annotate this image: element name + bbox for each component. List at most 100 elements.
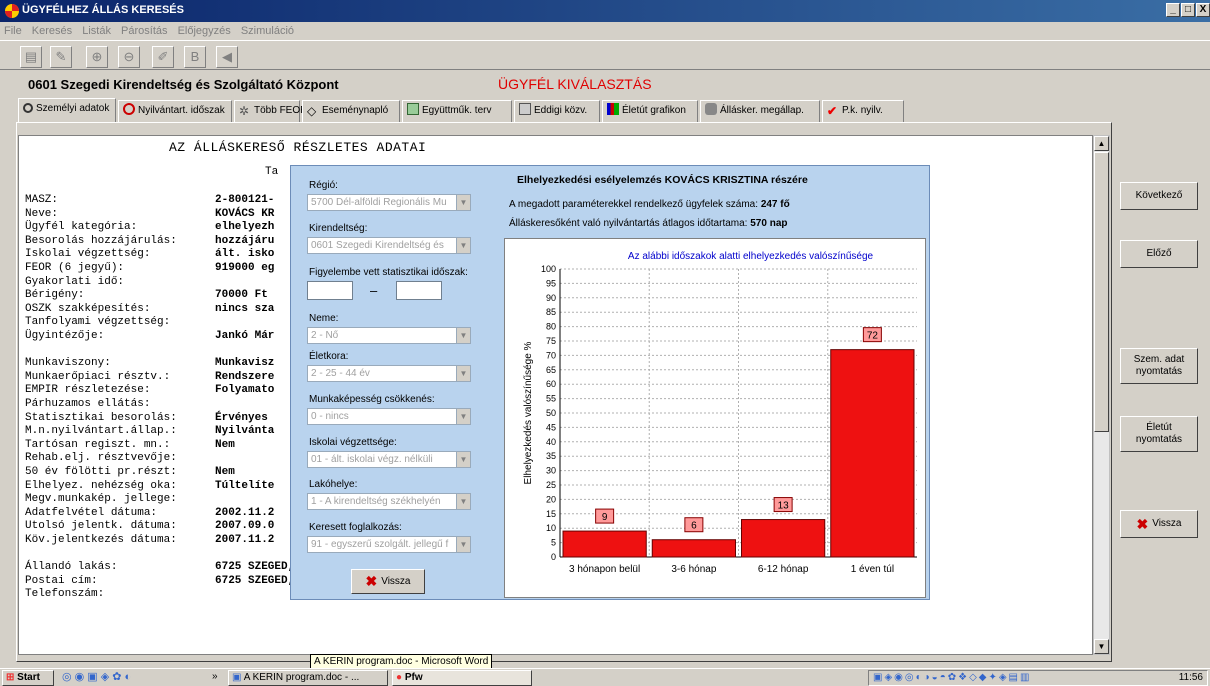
- row-label: Elhelyez. nehézség oka:: [25, 479, 177, 492]
- task-word-document[interactable]: ▣ A KERIN program.doc - ...: [228, 670, 388, 686]
- menu-file[interactable]: File: [4, 25, 22, 37]
- region-select[interactable]: 5700 Dél-alföldi Regionális Mu ▼: [307, 194, 471, 211]
- dialog-back-button[interactable]: ✖ Vissza: [351, 569, 425, 594]
- period-from-input[interactable]: [307, 281, 353, 300]
- document-row: Ügyfél kategória: elhelyezh: [25, 221, 274, 233]
- zoom-in-icon[interactable]: ⊕: [86, 46, 108, 68]
- period-to-input[interactable]: [396, 281, 442, 300]
- close-x-icon: ✖: [1136, 516, 1149, 532]
- office-select[interactable]: 0601 Szegedi Kirendeltség és ▼: [307, 237, 471, 254]
- residence-select[interactable]: 1 - A kirendeltség székhelyén ▼: [307, 493, 471, 510]
- row-label: Munkaviszony:: [25, 357, 111, 370]
- document-row: Neve: KOVÁCS KR: [25, 208, 274, 220]
- row-value: Nem: [215, 466, 235, 478]
- tab-nyilvantart-idoszak[interactable]: Nyilvántart. időszak: [118, 100, 232, 122]
- header: 0601 Szegedi Kirendeltség és Szolgáltató…: [0, 70, 1210, 96]
- row-label: M.n.nyilvántart.állap.:: [25, 425, 177, 438]
- probability-chart: Az alábbi időszakok alatti elhelyezkedés…: [504, 238, 926, 598]
- row-label: Párhuzamos ellátás:: [25, 398, 151, 410]
- edit-icon[interactable]: ✐: [152, 46, 174, 68]
- age-label: Életkora:: [309, 351, 349, 362]
- tab-egyuttmuk-terv[interactable]: Együttműk. terv: [402, 100, 512, 122]
- menu-listak[interactable]: Listák: [82, 25, 111, 37]
- task-pfw[interactable]: ● Pfw: [392, 670, 532, 686]
- tab-eletut-grafikon[interactable]: Életút grafikon: [602, 100, 698, 122]
- scroll-down-icon[interactable]: ▼: [1094, 639, 1109, 654]
- y-tick-label: 60: [546, 379, 556, 389]
- row-label: Gyakorlati idő:: [25, 275, 125, 288]
- app-logo-icon: [5, 4, 19, 18]
- row-label: Rehab.elj. résztvevője:: [25, 452, 177, 465]
- maximize-button[interactable]: □: [1181, 3, 1195, 17]
- chevron-down-icon[interactable]: ▼: [456, 195, 470, 210]
- y-tick-label: 0: [551, 552, 556, 562]
- zoom-out-icon[interactable]: ⊖: [118, 46, 140, 68]
- document-row: Munkaviszony: Munkavisz: [25, 357, 274, 369]
- age-select[interactable]: 2 - 25 - 44 év ▼: [307, 365, 471, 382]
- menu-szimulacio[interactable]: Szimuláció: [241, 25, 294, 37]
- bold-icon[interactable]: B: [184, 46, 206, 68]
- y-tick-label: 25: [546, 480, 556, 490]
- window-title: ÜGYFÉLHEZ ÁLLÁS KERESÉS: [22, 4, 184, 16]
- chevron-down-icon[interactable]: ▼: [456, 537, 470, 552]
- chevron-down-icon[interactable]: ▼: [456, 452, 470, 467]
- y-axis-label: Elhelyezkedés valószínűsége %: [523, 341, 534, 484]
- tab-allasker-megallap[interactable]: Állásker. megállap.: [700, 100, 820, 122]
- document-title: AZ ÁLLÁSKERESŐ RÉSZLETES ADATAI: [169, 140, 427, 155]
- row-label: MASZ:: [25, 194, 59, 206]
- chevron-down-icon[interactable]: ▼: [456, 328, 470, 343]
- prev-button[interactable]: Előző: [1120, 240, 1198, 268]
- data-label: 9: [602, 512, 608, 523]
- scroll-up-icon[interactable]: ▲: [1094, 136, 1109, 151]
- quick-launch-icons[interactable]: ◎ ◉ ▣ ◈ ✿ ◐: [62, 670, 184, 686]
- back-arrow-icon[interactable]: ◀: [216, 46, 238, 68]
- document-icon[interactable]: ▤: [20, 46, 42, 68]
- menu-kereses[interactable]: Keresés: [32, 25, 72, 37]
- chevron-down-icon[interactable]: ▼: [456, 366, 470, 381]
- tab-tobb-feor[interactable]: ✲ Több FEOR: [234, 100, 307, 122]
- tab-pk-nyilv[interactable]: ✔ P.k. nyilv.: [822, 100, 904, 122]
- tab-esemenynaplo[interactable]: ◇ Eseménynapló: [302, 100, 400, 122]
- job-select[interactable]: 91 - egyszerű szolgált. jellegű f ▼: [307, 536, 471, 553]
- close-button[interactable]: X: [1196, 3, 1210, 17]
- row-label: Megv.munkakép. jellege:: [25, 493, 177, 506]
- chevron-down-icon[interactable]: ▼: [456, 238, 470, 253]
- diamond-icon: ◇: [307, 104, 317, 118]
- data-label: 13: [778, 501, 790, 512]
- close-x-icon: ✖: [365, 573, 378, 589]
- tab-bar: Személyi adatok Nyilvántart. időszak ✲ Tö…: [18, 98, 908, 122]
- row-label: Bérigény:: [25, 289, 85, 302]
- print-life-path-button[interactable]: Életút nyomtatás: [1120, 416, 1198, 452]
- next-button[interactable]: Következő: [1120, 182, 1198, 210]
- tray-icons[interactable]: ▣◈◉◎◐◑◒◓✿❖◇◆✦◈▤▥: [873, 672, 1031, 683]
- tools-icon[interactable]: ✎: [50, 46, 72, 68]
- chevron-down-icon[interactable]: ▼: [456, 494, 470, 509]
- row-value: hozzájáru: [215, 234, 275, 247]
- y-tick-label: 45: [546, 422, 556, 432]
- minimize-button[interactable]: _: [1166, 3, 1180, 17]
- chevron-down-icon[interactable]: ▼: [456, 409, 470, 424]
- row-value: Rendszere: [215, 370, 275, 383]
- disability-select[interactable]: 0 - nincs ▼: [307, 408, 471, 425]
- start-button[interactable]: ⊞ Start: [2, 670, 54, 686]
- tab-szemelyi-adatok[interactable]: Személyi adatok: [18, 98, 116, 122]
- menu-elojegyzes[interactable]: Előjegyzés: [178, 25, 231, 37]
- pfw-icon: ●: [396, 672, 403, 683]
- taskbar-chevron[interactable]: »: [212, 671, 218, 682]
- x-tick-label: 1 éven túl: [851, 564, 894, 575]
- print-personal-data-button[interactable]: Szem. adat nyomtatás: [1120, 348, 1198, 384]
- sex-select[interactable]: 2 - Nő ▼: [307, 327, 471, 344]
- people-icon: [705, 103, 717, 115]
- back-button[interactable]: ✖ Vissza: [1120, 510, 1198, 538]
- x-tick-label: 6-12 hónap: [758, 564, 809, 575]
- education-select[interactable]: 01 - ált. iskolai végz. nélküli ▼: [307, 451, 471, 468]
- document-scrollbar[interactable]: ▲ ▼: [1093, 135, 1110, 655]
- row-value: KOVÁCS KR: [215, 207, 275, 220]
- scroll-thumb[interactable]: [1094, 152, 1109, 432]
- bar-chart-icon: [607, 103, 619, 115]
- copy-icon: [519, 103, 531, 115]
- row-label: 50 év fölötti pr.részt:: [25, 466, 177, 478]
- tab-eddigi-kozv[interactable]: Eddigi közv.: [514, 100, 600, 122]
- menu-parositas[interactable]: Párosítás: [121, 25, 167, 37]
- row-label: Ügyintézője:: [25, 330, 105, 342]
